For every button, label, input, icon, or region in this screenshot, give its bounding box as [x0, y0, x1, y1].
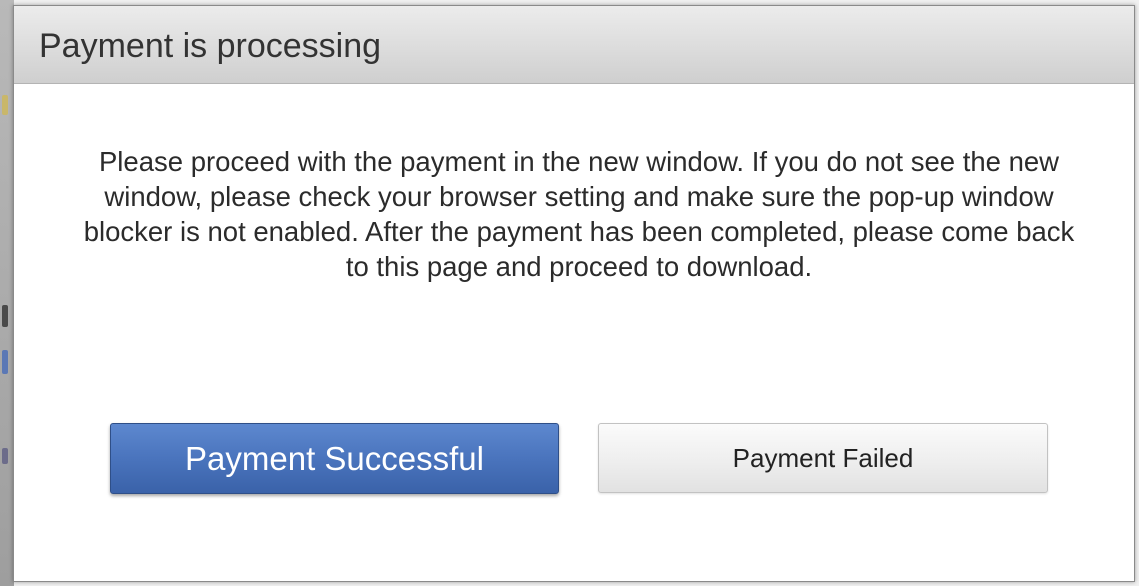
payment-dialog: Payment is processing Please proceed wit… [13, 5, 1135, 582]
backdrop-mark [2, 350, 8, 374]
backdrop-mark [2, 305, 8, 327]
payment-failed-label: Payment Failed [732, 442, 914, 473]
page-backdrop [0, 0, 14, 586]
dialog-title: Payment is processing [39, 27, 382, 65]
backdrop-mark [2, 448, 8, 464]
dialog-message: Please proceed with the payment in the n… [83, 146, 1075, 282]
payment-failed-button[interactable]: Payment Failed [598, 423, 1048, 493]
payment-successful-button[interactable]: Payment Successful [110, 423, 559, 494]
dialog-titlebar: Payment is processing [14, 6, 1134, 84]
backdrop-mark [2, 95, 8, 115]
payment-successful-label: Payment Successful [185, 439, 484, 477]
